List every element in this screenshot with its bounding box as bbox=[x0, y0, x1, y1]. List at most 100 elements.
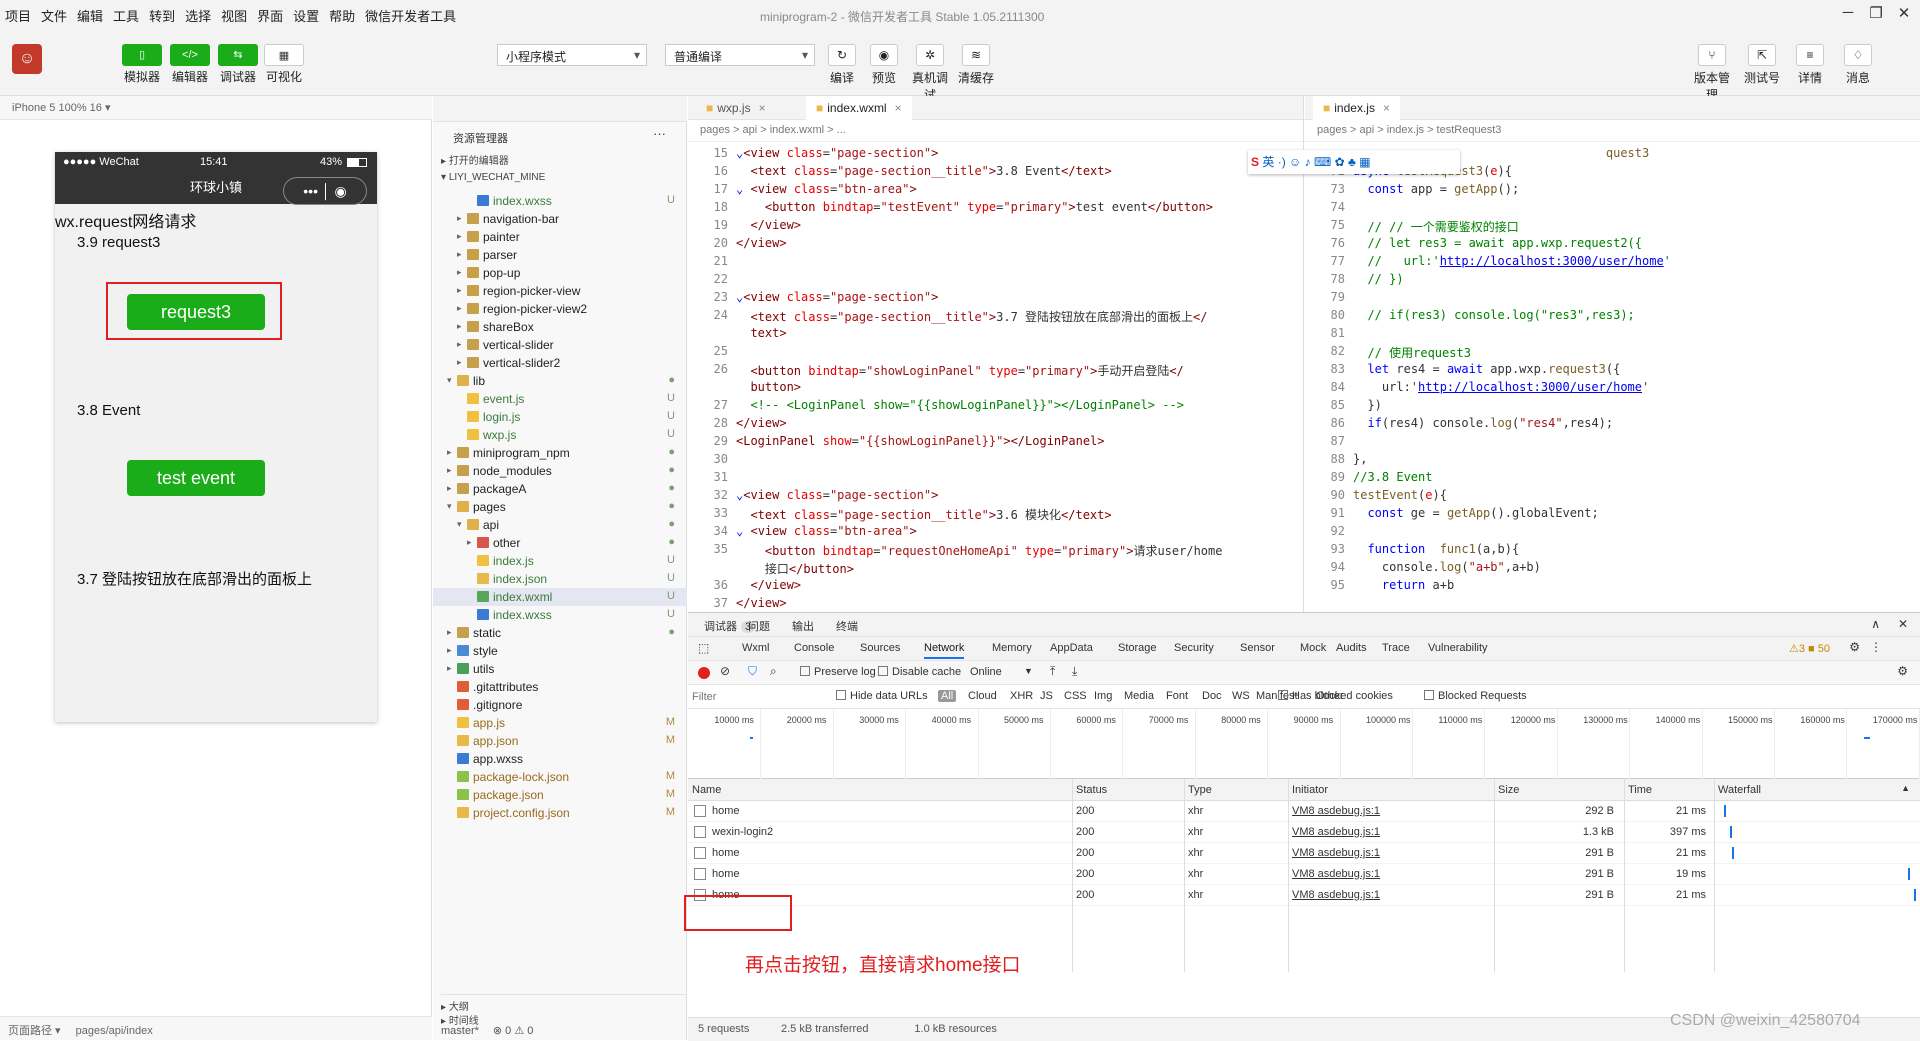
code-line[interactable]: 88}, bbox=[1305, 452, 1920, 470]
panel-tab[interactable]: Audits bbox=[1336, 642, 1367, 654]
code-line[interactable]: 93 function func1(a,b){ bbox=[1305, 542, 1920, 560]
code-line[interactable]: 87 bbox=[1305, 434, 1920, 452]
git-branch[interactable]: master* ⊗ 0 ⚠ 0 bbox=[441, 1024, 533, 1037]
menu-item[interactable]: 微信开发者工具 bbox=[360, 6, 461, 25]
toolbar-clear-cache-button[interactable]: ≋ 清缓存 bbox=[954, 44, 998, 86]
table-row[interactable]: home 200 xhr VM8 asdebug.js:1 291 B 21 ms bbox=[688, 843, 1920, 864]
file-tree-item[interactable]: ▸ region-picker-view bbox=[433, 282, 687, 300]
chevron-down-icon[interactable]: ▼ bbox=[1024, 666, 1033, 676]
code-line[interactable]: 36 </view> bbox=[688, 578, 1303, 596]
code-line[interactable]: 20 </view> bbox=[688, 236, 1303, 254]
mode-select[interactable]: 小程序模式 bbox=[497, 44, 647, 66]
file-tree-item[interactable]: ▸ vertical-slider bbox=[433, 336, 687, 354]
menu-item[interactable]: 视图 bbox=[216, 6, 252, 25]
blocked-requests-checkbox[interactable]: Blocked Requests bbox=[1424, 690, 1527, 702]
file-tree-item[interactable]: ▾ lib ● bbox=[433, 372, 687, 390]
close-icon[interactable]: × bbox=[895, 101, 902, 115]
column-header[interactable]: Type bbox=[1188, 784, 1212, 796]
toolbar-compile-button[interactable]: ↻ 编译 bbox=[820, 44, 864, 86]
code-line[interactable]: 23 ⌄<view class="page-section"> bbox=[688, 290, 1303, 308]
file-tree-item[interactable]: login.js U bbox=[433, 408, 687, 426]
file-tree-item[interactable]: index.js U bbox=[433, 552, 687, 570]
collapse-icon[interactable]: ∧ bbox=[1871, 617, 1880, 631]
toolbar-debugger-button[interactable]: ⇆ 调试器 bbox=[216, 44, 260, 85]
record-icon[interactable] bbox=[698, 667, 710, 679]
gear-icon[interactable]: ⚙ bbox=[1849, 640, 1860, 654]
menu-item[interactable]: 界面 bbox=[252, 6, 288, 25]
code-line[interactable]: 19 </view> bbox=[688, 218, 1303, 236]
type-filter[interactable]: All bbox=[938, 690, 957, 702]
code-line[interactable]: 29 <LoginPanel show="{{showLoginPanel}}">… bbox=[688, 434, 1303, 452]
device-select[interactable]: iPhone 5 100% 16 ▾ bbox=[0, 96, 432, 120]
file-tree-item[interactable]: package.json M bbox=[433, 786, 687, 804]
code-line[interactable]: 80 // if(res3) console.log("res3",res3); bbox=[1305, 308, 1920, 326]
file-tree-item[interactable]: index.json U bbox=[433, 570, 687, 588]
request-initiator[interactable]: VM8 asdebug.js:1 bbox=[1292, 805, 1380, 817]
request-initiator[interactable]: VM8 asdebug.js:1 bbox=[1292, 868, 1380, 880]
code-line[interactable]: 86 if(res4) console.log("res4",res4); bbox=[1305, 416, 1920, 434]
hide-data-urls-checkbox[interactable]: Hide data URLs bbox=[836, 690, 928, 702]
file-tree-item[interactable]: wxp.js U bbox=[433, 426, 687, 444]
menu-item[interactable]: 工具 bbox=[108, 6, 144, 25]
code-line[interactable]: 32 ⌄<view class="page-section"> bbox=[688, 488, 1303, 506]
toolbar-test-account-button[interactable]: ⇱ 测试号 bbox=[1740, 44, 1784, 86]
panel-tab[interactable]: AppData bbox=[1050, 642, 1093, 654]
checkbox[interactable] bbox=[1424, 690, 1434, 700]
code-line[interactable]: 82 // 使用request3 bbox=[1305, 344, 1920, 362]
file-tree-item[interactable]: project.config.json M bbox=[433, 804, 687, 822]
code-line[interactable]: 30 bbox=[688, 452, 1303, 470]
code-line[interactable]: 16 <text class="page-section__title">3.8… bbox=[688, 164, 1303, 182]
panel-tab[interactable]: Storage bbox=[1118, 642, 1157, 654]
devtools-top-tab[interactable]: 问题 bbox=[748, 618, 770, 634]
column-header[interactable]: Time bbox=[1628, 784, 1652, 796]
upload-icon[interactable]: ⤒ bbox=[1050, 664, 1055, 679]
menu-item[interactable]: 设置 bbox=[288, 6, 324, 25]
code-line[interactable]: 31 bbox=[688, 470, 1303, 488]
request-initiator[interactable]: VM8 asdebug.js:1 bbox=[1292, 826, 1380, 838]
code-line[interactable]: 90 testEvent(e){ bbox=[1305, 488, 1920, 506]
panel-tab[interactable]: Trace bbox=[1382, 642, 1410, 654]
column-header[interactable]: Size bbox=[1498, 784, 1519, 796]
compile-mode-select[interactable]: 普通编译 bbox=[665, 44, 815, 66]
file-tree-item[interactable]: ▸ static ● bbox=[433, 624, 687, 642]
menu-item[interactable]: 帮助 bbox=[324, 6, 360, 25]
code-line[interactable]: 78 // }) bbox=[1305, 272, 1920, 290]
file-tree-item[interactable]: app.wxss bbox=[433, 750, 687, 768]
column-header[interactable]: Initiator bbox=[1292, 784, 1328, 796]
more-icon[interactable]: ··· bbox=[653, 126, 666, 141]
request-initiator[interactable]: VM8 asdebug.js:1 bbox=[1292, 847, 1380, 859]
project-section[interactable]: ▾ LIYI_WECHAT_MINE bbox=[441, 172, 545, 183]
editor-tab[interactable]: ■ index.js × bbox=[1313, 96, 1400, 120]
file-tree-item[interactable]: ▸ parser bbox=[433, 246, 687, 264]
code-line[interactable]: 17 ⌄ <view class="btn-area"> bbox=[688, 182, 1303, 200]
outline-section[interactable]: ▸ 大纲 bbox=[441, 994, 687, 1013]
user-avatar[interactable]: ☺ bbox=[12, 44, 42, 74]
file-tree-item[interactable]: event.js U bbox=[433, 390, 687, 408]
table-row[interactable]: home 200 xhr VM8 asdebug.js:1 291 B 19 ms bbox=[688, 864, 1920, 885]
toolbar-preview-button[interactable]: ◉ 预览 bbox=[862, 44, 906, 86]
toolbar-visual-button[interactable]: ▦ 可视化 bbox=[262, 44, 306, 85]
panel-tab[interactable]: Vulnerability bbox=[1428, 642, 1488, 654]
type-filter[interactable]: Font bbox=[1166, 690, 1188, 702]
ime-toolbar[interactable]: S 英 ·) ☺ ♪ ⌨ ✿ ♣ ▦ bbox=[1248, 150, 1460, 174]
code-line[interactable]: 94 console.log("a+b",a+b) bbox=[1305, 560, 1920, 578]
code-line[interactable]: 77 // url:'http://localhost:3000/user/ho… bbox=[1305, 254, 1920, 272]
panel-tab[interactable]: Wxml bbox=[742, 642, 770, 654]
table-row[interactable]: home 200 xhr VM8 asdebug.js:1 292 B 21 ms bbox=[688, 801, 1920, 822]
warnings-counter[interactable]: ⚠3 ■ 50 bbox=[1789, 642, 1830, 655]
row-checkbox[interactable] bbox=[694, 826, 706, 838]
type-filter[interactable]: Img bbox=[1094, 690, 1112, 702]
throttle-select[interactable]: Online bbox=[970, 666, 1030, 678]
file-tree-item[interactable]: ▸ miniprogram_npm ● bbox=[433, 444, 687, 462]
panel-tab[interactable]: Sources bbox=[860, 642, 900, 654]
table-row[interactable]: home 200 xhr VM8 asdebug.js:1 291 B 21 ms bbox=[688, 885, 1920, 906]
menu-item[interactable]: 选择 bbox=[180, 6, 216, 25]
file-tree-item[interactable]: index.wxss U bbox=[433, 192, 687, 210]
code-line[interactable]: 22 bbox=[688, 272, 1303, 290]
panel-tab[interactable]: Sensor bbox=[1240, 642, 1275, 654]
file-tree-item[interactable]: ▾ pages ● bbox=[433, 498, 687, 516]
devtools-top-tab[interactable]: 终端 bbox=[836, 618, 858, 634]
file-tree-item[interactable]: index.wxss U bbox=[433, 606, 687, 624]
panel-tab[interactable]: Security bbox=[1174, 642, 1214, 654]
file-tree-item[interactable]: ▸ vertical-slider2 bbox=[433, 354, 687, 372]
